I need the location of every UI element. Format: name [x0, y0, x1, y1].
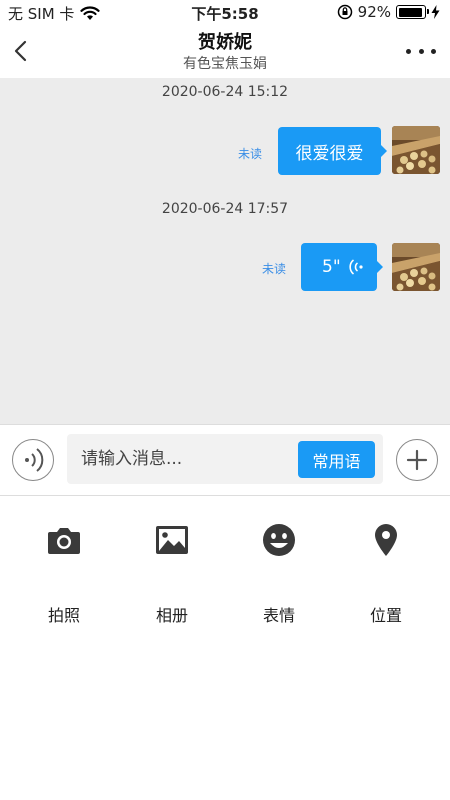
tool-label: 表情	[262, 606, 295, 625]
more-options-button[interactable]	[406, 40, 436, 62]
status-bar-right: 92%	[337, 3, 440, 21]
avatar-image	[392, 243, 440, 291]
avatar-image	[392, 126, 440, 174]
chat-message-area[interactable]: 2020-06-24 15:12 未读 很爱很爱 2020-06-24 17:5…	[0, 78, 450, 424]
more-tools-button[interactable]	[396, 439, 438, 481]
camera-icon	[48, 528, 80, 554]
tool-label: 相册	[155, 606, 188, 625]
battery-icon	[396, 5, 429, 19]
common-phrases-button[interactable]: 常用语	[298, 441, 375, 478]
status-bar: 无 SIM 卡 下午5:58 92%	[0, 0, 450, 26]
location-pin-icon	[375, 524, 397, 556]
unread-label: 未读	[238, 147, 263, 161]
unread-label: 未读	[262, 262, 287, 276]
battery-fill	[398, 7, 422, 17]
voice-message-bubble[interactable]: 5"	[301, 243, 383, 291]
message-input-container: 常用语	[67, 434, 383, 484]
tool-label: 拍照	[47, 606, 80, 625]
battery-percent: 92%	[357, 3, 391, 21]
image-icon	[156, 526, 188, 554]
message-input[interactable]	[67, 434, 295, 484]
charging-bolt-icon	[431, 5, 440, 19]
voice-input-button[interactable]	[12, 439, 54, 481]
plus-icon	[406, 449, 427, 470]
tool-emoji[interactable]: 表情	[229, 518, 329, 625]
message-input-bar: 常用语	[0, 424, 450, 496]
contact-company: 有色宝焦玉娟	[183, 56, 267, 72]
text-message-bubble[interactable]: 很爱很爱	[278, 127, 387, 175]
tool-location[interactable]: 位置	[336, 518, 436, 625]
message-timestamp: 2020-06-24 15:12	[161, 84, 289, 100]
message-timestamp: 2020-06-24 17:57	[161, 201, 289, 217]
more-dot-icon	[418, 48, 424, 54]
more-dot-icon	[406, 48, 411, 54]
tool-album[interactable]: 相册	[122, 518, 222, 625]
tool-label: 位置	[369, 606, 402, 625]
voice-icon	[24, 447, 43, 472]
tool-camera[interactable]: 拍照	[14, 518, 114, 625]
more-dot-icon	[431, 48, 436, 54]
avatar[interactable]	[392, 126, 440, 174]
contact-name: 贺娇妮	[198, 32, 252, 53]
voice-wave-icon	[349, 259, 363, 275]
avatar[interactable]	[392, 243, 440, 291]
orientation-lock-icon	[337, 4, 352, 20]
smiley-icon	[263, 524, 295, 556]
chat-header: 贺娇妮 有色宝焦玉娟	[0, 26, 450, 78]
voice-duration: 5"	[322, 257, 341, 277]
message-text: 很爱很爱	[295, 143, 364, 164]
tools-panel: 拍照 相册 表情 位置	[0, 496, 450, 800]
